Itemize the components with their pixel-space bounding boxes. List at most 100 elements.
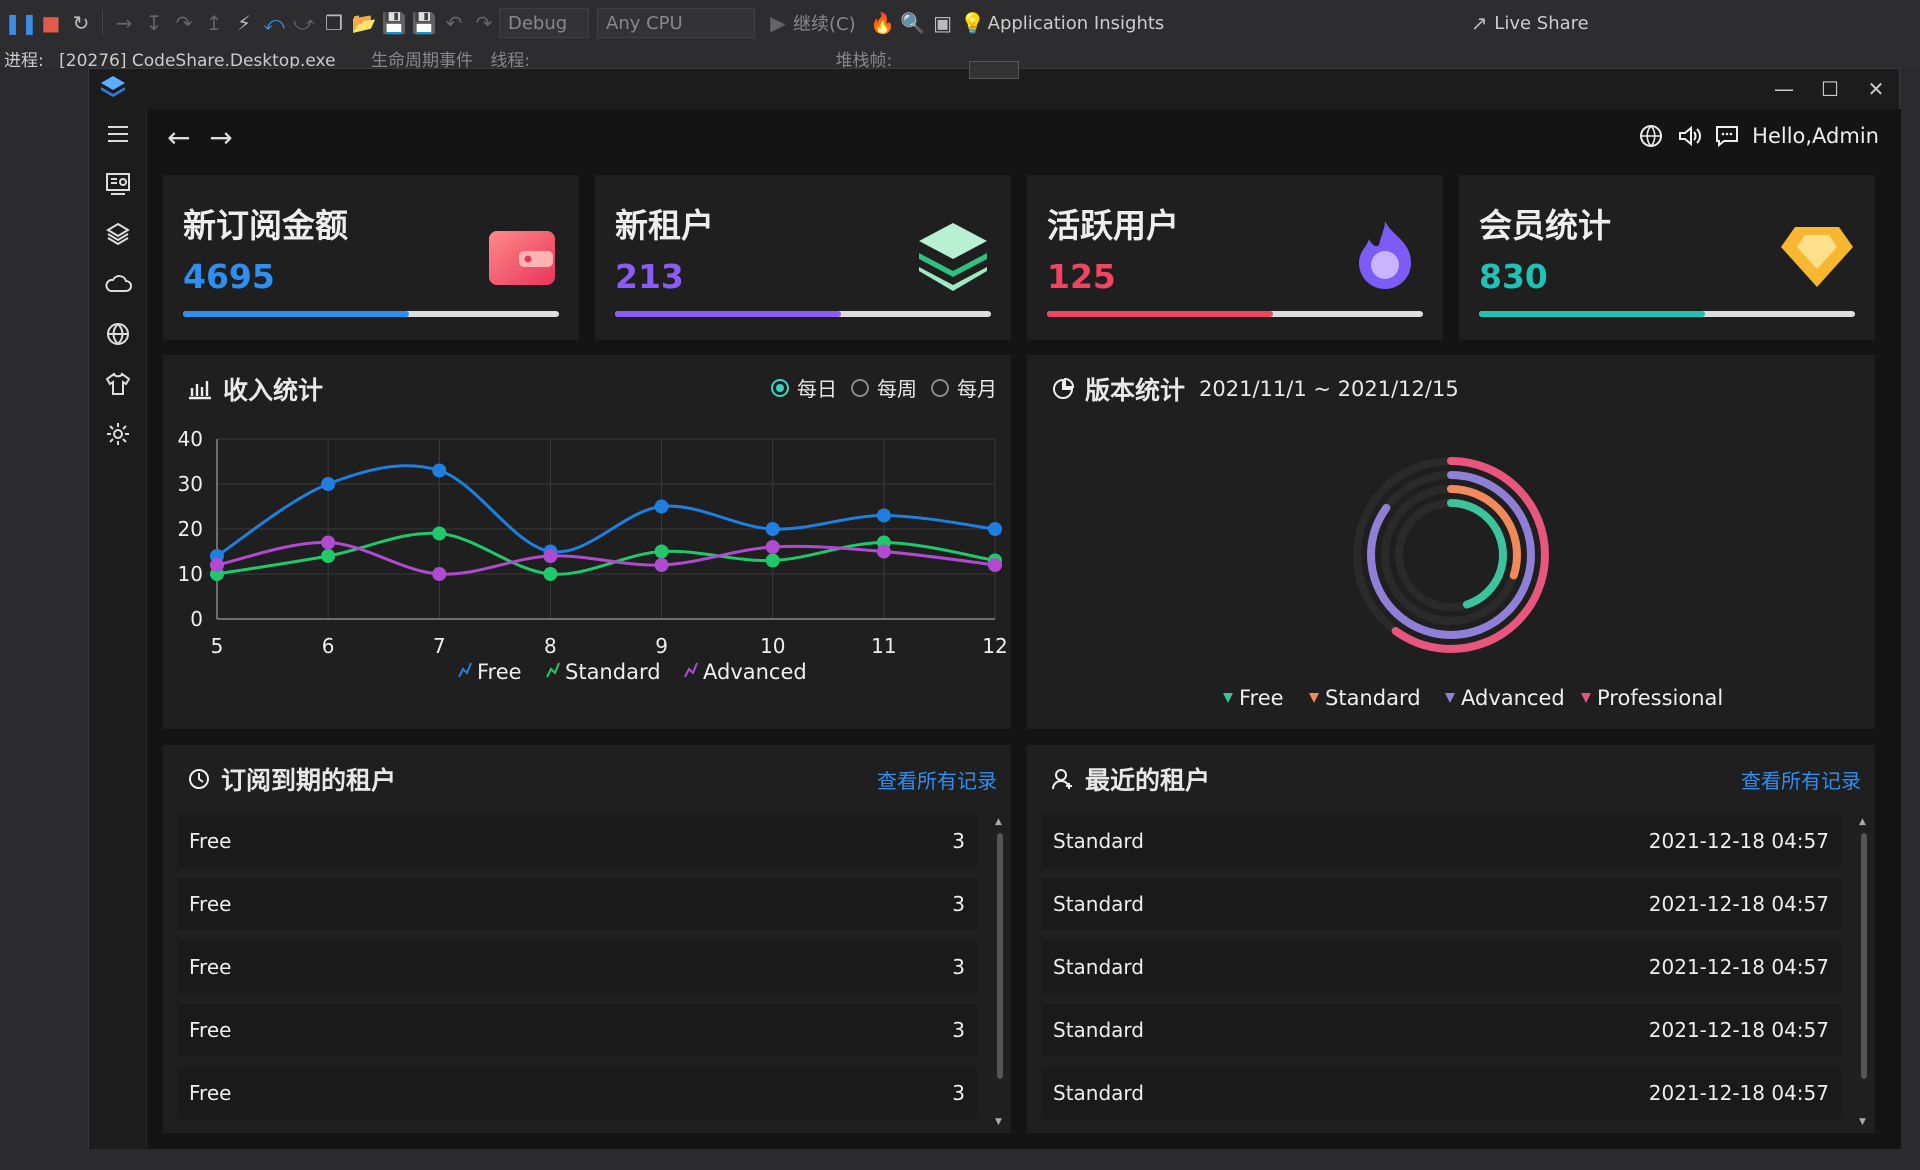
recent-scrollbar[interactable]	[1861, 833, 1867, 1079]
data-point	[988, 522, 1002, 536]
hot-reload-icon[interactable]: ⚡	[229, 8, 259, 38]
minimize-icon[interactable]: —	[1761, 69, 1807, 109]
save-all-icon[interactable]: 💾	[409, 8, 439, 38]
progress-bar	[615, 311, 991, 317]
close-icon[interactable]: ✕	[1853, 69, 1899, 109]
scroll-down-icon[interactable]: ▼	[995, 1117, 1002, 1127]
legend-marker	[1223, 693, 1233, 703]
list-item[interactable]: Free 3	[177, 878, 977, 930]
platform-combo[interactable]: Any CPU	[597, 8, 755, 38]
row-time: 2021-12-18 04:57	[1648, 955, 1829, 979]
legend-label: Standard	[1325, 686, 1421, 710]
new-item-icon[interactable]: ❒	[319, 8, 349, 38]
legend-marker	[1581, 693, 1591, 703]
data-point	[876, 544, 891, 559]
card-title: 新订阅金额	[183, 206, 348, 245]
cloud-icon[interactable]	[103, 269, 133, 299]
language-globe-icon[interactable]	[1638, 123, 1664, 149]
redo-icon[interactable]: ↷	[469, 8, 499, 38]
window-icon[interactable]: ▣	[928, 8, 958, 38]
process-value[interactable]: [20276] CodeShare.Desktop.exe	[59, 51, 335, 68]
globe-icon[interactable]	[103, 319, 133, 349]
speaker-icon[interactable]	[1676, 123, 1702, 149]
main-content: ← → Hello,Admin 新订阅金额 4695 新租户 213 活跃用户 …	[147, 109, 1901, 1149]
step-over-icon[interactable]: ↷	[169, 8, 199, 38]
continue-play-icon[interactable]: ▶	[763, 8, 793, 38]
lifecycle-label[interactable]: 生命周期事件	[371, 51, 473, 68]
menu-icon[interactable]	[103, 119, 133, 149]
open-folder-icon[interactable]: 📂	[349, 8, 379, 38]
nav-arrows: ← →	[167, 121, 233, 154]
legend-line-icon	[458, 662, 472, 678]
stack-layers-icon	[919, 223, 987, 291]
insights-label[interactable]: Application Insights	[988, 13, 1165, 34]
list-item[interactable]: Free 3	[177, 1004, 977, 1056]
back-arrow-icon[interactable]: ←	[167, 121, 190, 154]
list-item[interactable]: Standard 2021-12-18 04:57	[1041, 1004, 1841, 1056]
user-add-icon	[1052, 769, 1072, 790]
undo-icon[interactable]: ↶	[439, 8, 469, 38]
bulb-icon[interactable]: 💡	[958, 8, 988, 38]
expiring-scrollbar[interactable]	[997, 833, 1003, 1079]
scroll-up-icon[interactable]: ▲	[1859, 817, 1866, 827]
vs-toolbar: ❚❚ ■ ↻ → ↧ ↷ ↥ ⚡ ⤺ ⤻ ❒ 📂 💾 💾 ↶ ↷ Debug A…	[0, 0, 1920, 46]
user-greeting[interactable]: Hello,Admin	[1752, 124, 1879, 148]
list-item[interactable]: Free 3	[177, 1067, 977, 1119]
flame-icon	[1359, 221, 1411, 289]
settings-gear-icon[interactable]	[103, 419, 133, 449]
restart-icon[interactable]: ↻	[66, 8, 96, 38]
x-tick-label: 10	[760, 634, 785, 658]
y-tick-label: 20	[178, 517, 203, 541]
row-count: 3	[952, 1018, 965, 1042]
legend-label: Advanced	[1461, 686, 1565, 710]
x-tick-label: 11	[871, 634, 896, 658]
income-line-chart: 5 6 7 8 9 10 11 12 0 10 20 30 40 Free Standard Advanced	[178, 427, 1008, 684]
list-item[interactable]: Standard 2021-12-18 04:57	[1041, 878, 1841, 930]
config-combo[interactable]: Debug	[499, 8, 589, 38]
step-arrow-icon[interactable]: →	[109, 8, 139, 38]
navigate-forward-icon[interactable]: ⤻	[289, 8, 319, 38]
message-icon[interactable]	[1714, 123, 1740, 149]
progress-bar	[1479, 311, 1855, 317]
list-item[interactable]: Standard 2021-12-18 04:57	[1041, 941, 1841, 993]
recent-title-text: 最近的租户	[1085, 766, 1211, 795]
save-icon[interactable]: 💾	[379, 8, 409, 38]
pause-icon[interactable]: ❚❚	[4, 8, 38, 38]
legend-label: Free	[1239, 686, 1284, 710]
x-tick-label: 6	[322, 634, 335, 658]
card-title: 活跃用户	[1047, 206, 1179, 245]
progress-bar	[183, 311, 559, 317]
data-point	[543, 567, 558, 581]
maximize-icon[interactable]: ☐	[1807, 69, 1853, 109]
list-item[interactable]: Standard 2021-12-18 04:57	[1041, 815, 1841, 867]
flame-icon[interactable]: 🔥	[868, 8, 898, 38]
data-point	[321, 549, 336, 563]
find-icon[interactable]: 🔍	[898, 8, 928, 38]
step-out-icon[interactable]: ↥	[199, 8, 229, 38]
data-point	[210, 558, 224, 572]
shirt-icon[interactable]	[103, 369, 133, 399]
scroll-up-icon[interactable]: ▲	[995, 817, 1002, 827]
step-into-icon[interactable]: ↧	[139, 8, 169, 38]
scroll-down-icon[interactable]: ▼	[1859, 1117, 1866, 1127]
share-icon[interactable]: ↗	[1464, 8, 1494, 38]
list-item[interactable]: Free 3	[177, 941, 977, 993]
recent-panel: 最近的租户 查看所有记录 Standard 2021-12-18 04:57 St…	[1027, 745, 1875, 1133]
layers-icon[interactable]	[103, 219, 133, 249]
card-value: 830	[1479, 257, 1548, 296]
recent-view-all-link[interactable]: 查看所有记录	[1741, 765, 1861, 794]
forward-arrow-icon[interactable]: →	[209, 121, 232, 154]
stop-icon[interactable]: ■	[36, 8, 66, 38]
dashboard-icon[interactable]	[103, 169, 133, 199]
live-share-label[interactable]: Live Share	[1494, 13, 1588, 34]
y-tick-label: 40	[178, 427, 203, 451]
row-count: 3	[952, 892, 965, 916]
row-plan: Standard	[1053, 1018, 1144, 1042]
expiring-title-text: 订阅到期的租户	[221, 766, 397, 795]
drag-grip[interactable]	[969, 61, 1019, 79]
expiring-view-all-link[interactable]: 查看所有记录	[877, 765, 997, 794]
continue-label[interactable]: 继续(C)	[793, 10, 856, 36]
list-item[interactable]: Standard 2021-12-18 04:57	[1041, 1067, 1841, 1119]
navigate-back-icon[interactable]: ⤺	[259, 8, 289, 38]
list-item[interactable]: Free 3	[177, 815, 977, 867]
